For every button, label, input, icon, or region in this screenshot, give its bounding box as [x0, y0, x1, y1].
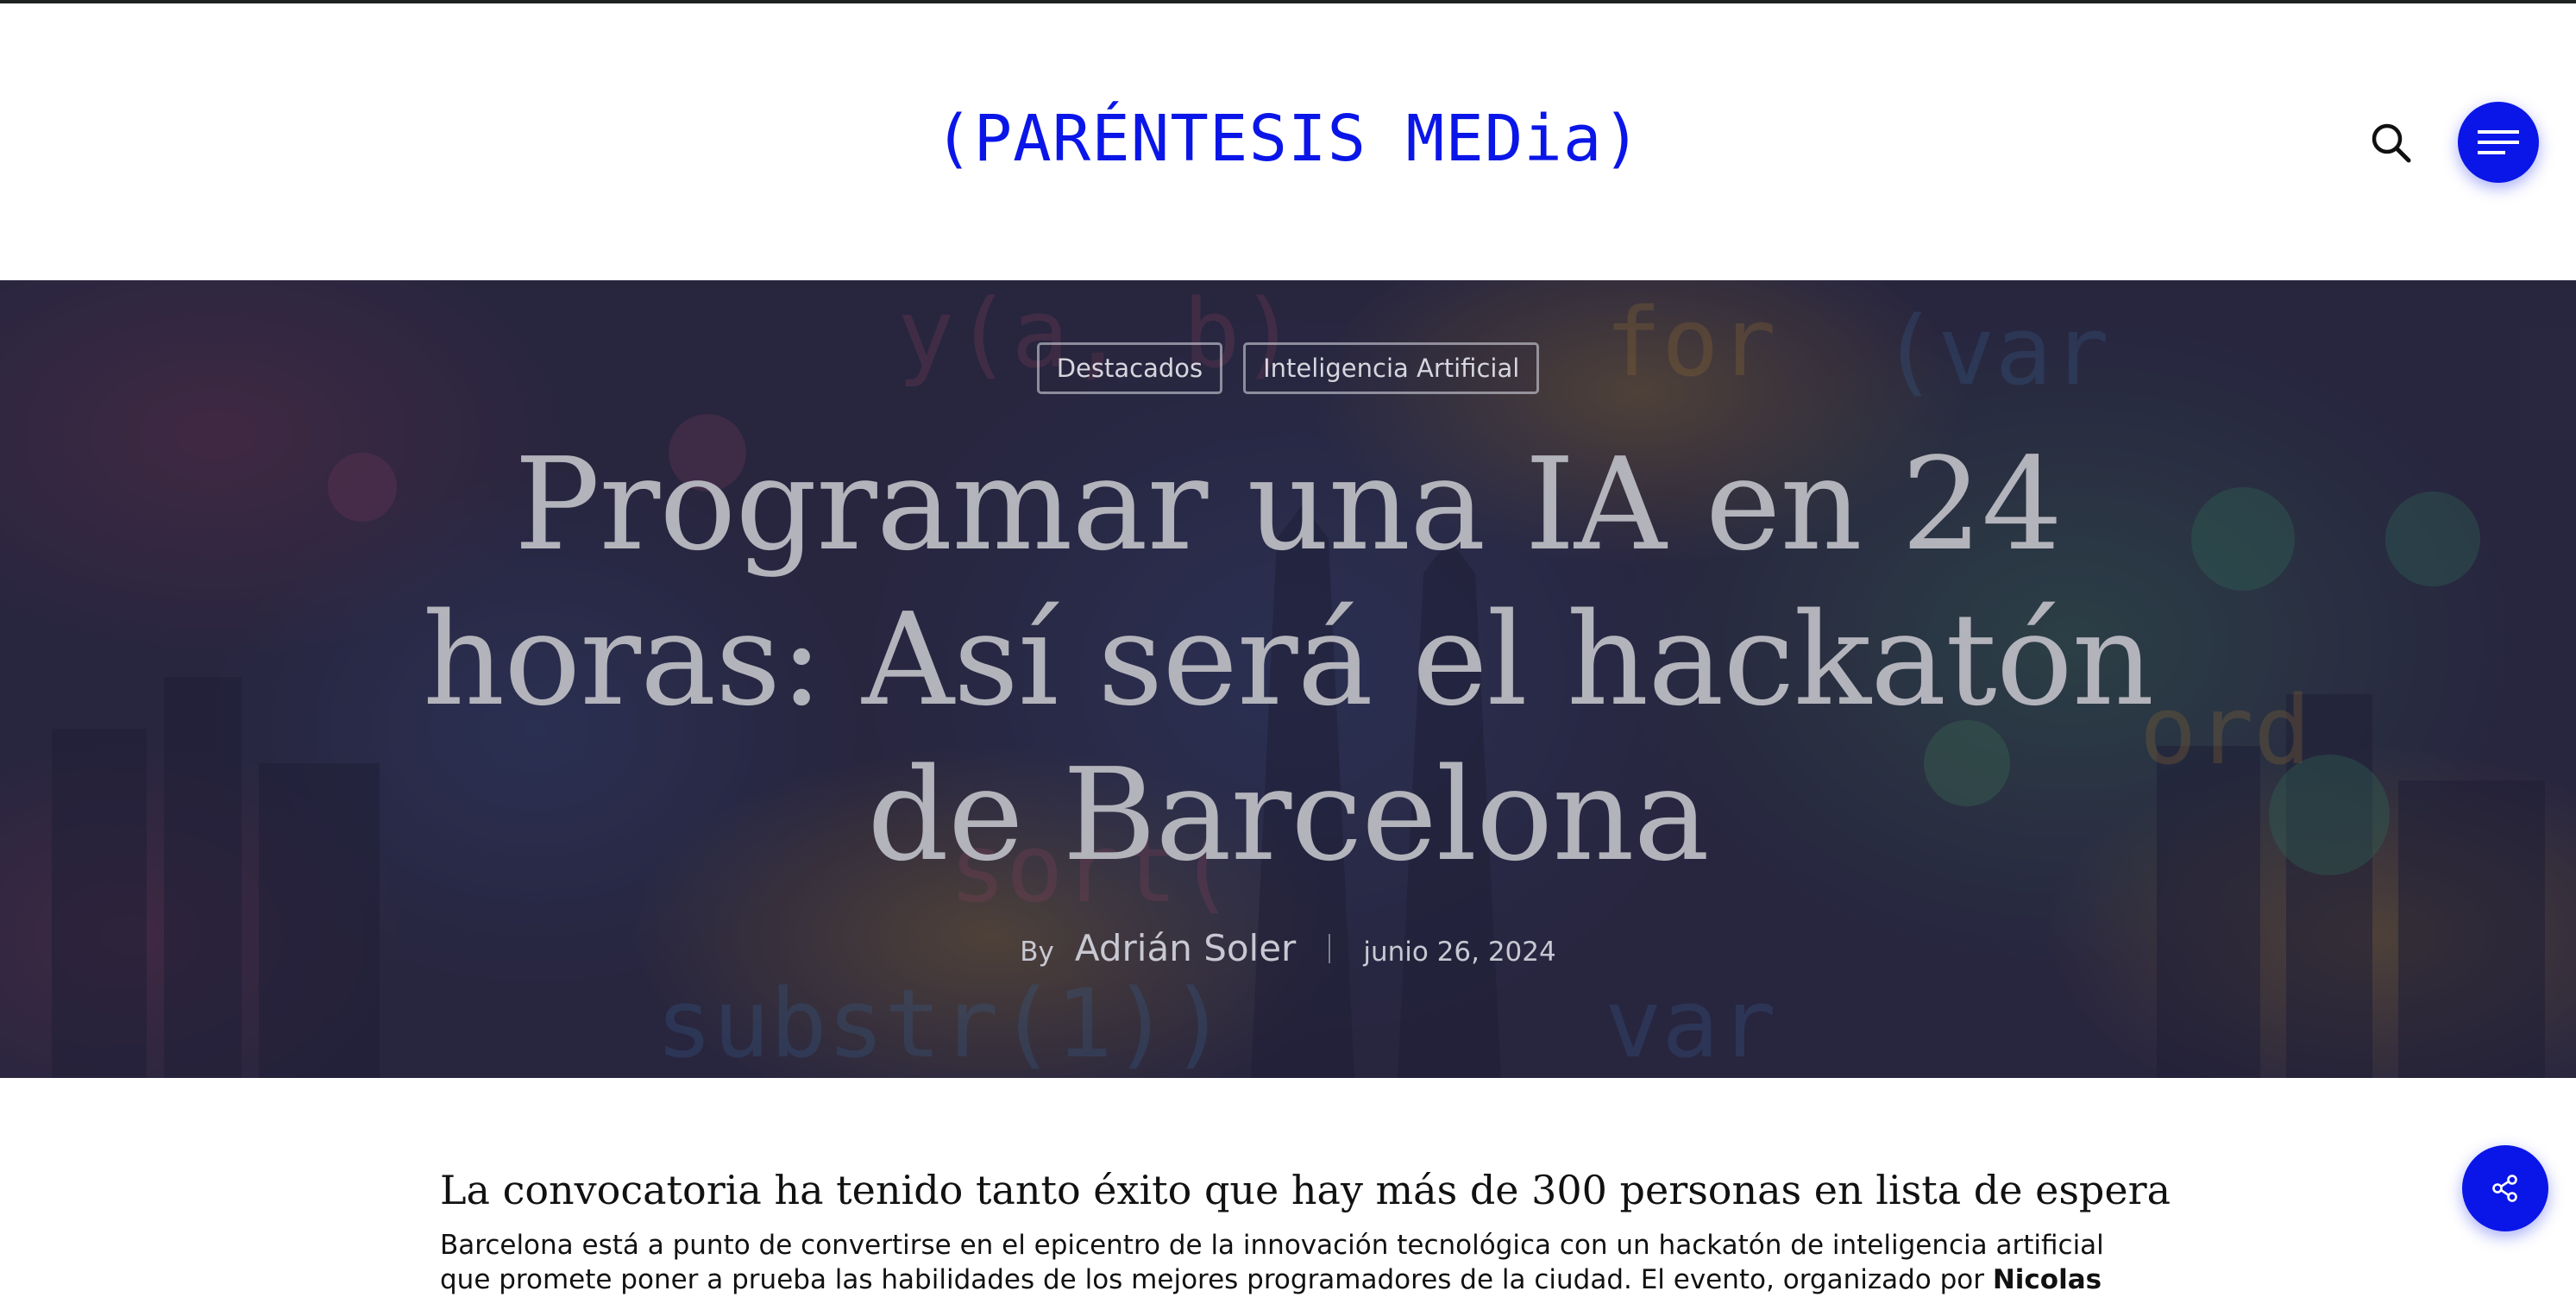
category-tag-inteligencia-artificial[interactable]: Inteligencia Artificial — [1243, 342, 1540, 394]
publish-date: junio 26, 2024 — [1363, 937, 1556, 968]
article-paragraph: Barcelona está a punto de convertirse en… — [440, 1228, 2165, 1297]
paragraph-line: que promete poner a prueba las habilidad… — [440, 1264, 1993, 1295]
category-tags: Destacados Inteligencia Artificial — [0, 342, 2576, 394]
article-title-line: Programar una IA en 24 — [513, 430, 2063, 579]
author-link[interactable]: Adrián Soler — [1075, 927, 1296, 969]
article-subtitle: La convocatoria ha tenido tanto éxito qu… — [440, 1167, 2171, 1213]
paragraph-line: Barcelona está a punto de convertirse en… — [440, 1230, 2104, 1261]
category-tag-destacados[interactable]: Destacados — [1036, 342, 1223, 394]
article-title-line: horas: Así será el hackatón — [422, 586, 2154, 734]
paragraph-bold-text: Nicolas — [1992, 1264, 2102, 1295]
share-button[interactable] — [2462, 1145, 2548, 1231]
site-logo[interactable]: (PARÉNTESIS MEDia) — [0, 100, 2576, 178]
search-button[interactable] — [2368, 120, 2415, 166]
menu-button[interactable] — [2458, 102, 2539, 183]
hero-banner: for (var y(a, b) ord substr(1)) var sort… — [0, 280, 2576, 1078]
article-meta: By Adrián Soler junio 26, 2024 — [0, 927, 2576, 969]
site-header: (PARÉNTESIS MEDia) — [0, 3, 2576, 280]
search-icon — [2372, 123, 2411, 163]
article-title-line: de Barcelona — [867, 741, 1710, 889]
byline-label: By — [1020, 937, 1054, 968]
share-icon — [2492, 1175, 2517, 1202]
meta-divider — [1329, 933, 1331, 963]
hamburger-menu-icon — [2478, 130, 2519, 154]
article-title: Programar una IA en 24 horas: Así será e… — [380, 427, 2196, 893]
